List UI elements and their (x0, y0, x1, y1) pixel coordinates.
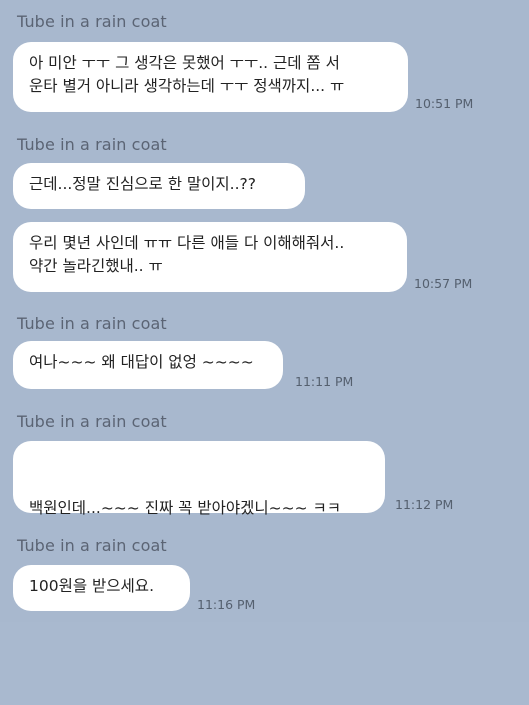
message-bubble[interactable]: 아 미안 ㅜㅜ 그 생각은 못했어 ㅜㅜ.. 근데 쫌 서 운타 별거 아니라 … (13, 42, 408, 112)
message-bubble[interactable]: 백원인데...~~~ 진짜 꼭 받아야겠니~~~ ㅋㅋ (13, 441, 385, 590)
message-timestamp: 11:16 PM (197, 597, 256, 612)
message-timestamp: 11:12 PM (395, 497, 454, 512)
sender-name: Tube in a rain coat (17, 536, 167, 555)
message-bubble[interactable]: 여나~~~ 왜 대답이 없엉 ~~~~ (13, 341, 283, 389)
sender-name: Tube in a rain coat (17, 314, 167, 333)
message-timestamp: 11:11 PM (295, 374, 354, 389)
message-text: 백원인데...~~~ 진짜 꼭 받아야겠니~~~ ㅋㅋ (29, 499, 342, 517)
message-bubble[interactable]: 100원을 받으세요. (13, 565, 190, 611)
message-timestamp: 10:51 PM (415, 96, 474, 111)
message-bubble[interactable]: 우리 몇년 사인데 ㅠㅠ 다른 애들 다 이해해줘서.. 약간 놀라긴했내.. … (13, 222, 407, 292)
message-timestamp: 10:57 PM (414, 276, 473, 291)
sender-name: Tube in a rain coat (17, 412, 167, 431)
sender-name: Tube in a rain coat (17, 12, 167, 31)
sender-name: Tube in a rain coat (17, 135, 167, 154)
chat-window: Tube in a rain coat 아 미안 ㅜㅜ 그 생각은 못했어 ㅜㅜ… (0, 0, 529, 622)
message-bubble[interactable]: 근데...정말 진심으로 한 말이지..?? (13, 163, 305, 209)
